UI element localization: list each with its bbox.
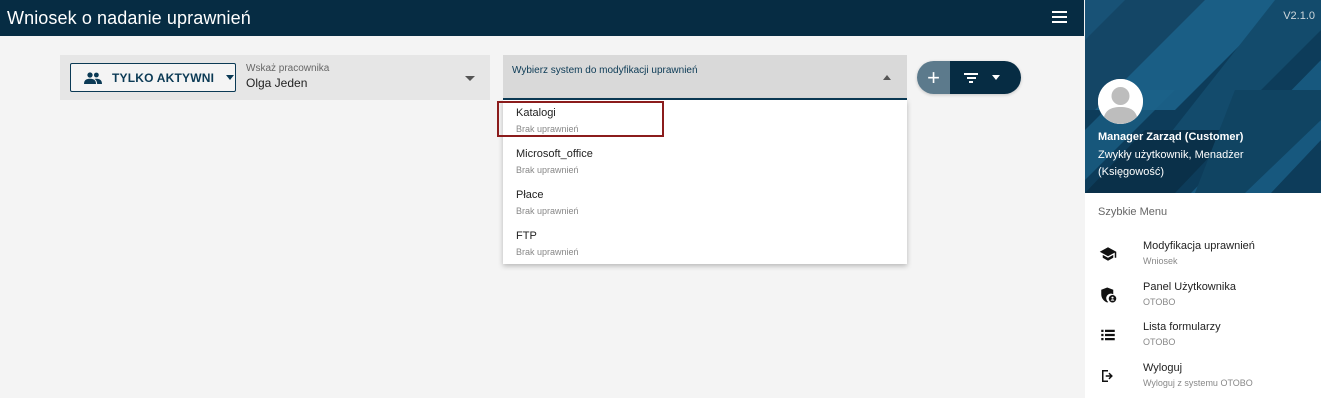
graduation-cap-icon <box>1099 247 1117 261</box>
employee-select-value: Olga Jeden <box>246 76 308 90</box>
people-icon <box>84 71 102 84</box>
option-name: Microsoft_office <box>516 148 593 160</box>
only-active-label: TYLKO AKTYWNI <box>112 70 215 85</box>
user-name: Manager Zarząd (Customer) <box>1098 131 1244 143</box>
filter-button[interactable] <box>950 61 1021 94</box>
filter-icon <box>964 72 978 83</box>
option-status: Brak uprawnień <box>516 247 579 257</box>
system-option-ftp[interactable]: FTP Brak uprawnień <box>503 223 907 264</box>
option-name: FTP <box>516 230 537 242</box>
list-icon <box>1101 329 1115 341</box>
caret-down-icon <box>992 75 1000 80</box>
option-status: Brak uprawnień <box>516 206 579 216</box>
system-dropdown-list: Katalogi Brak uprawnień Microsoft_office… <box>497 100 907 264</box>
avatar[interactable] <box>1098 79 1143 124</box>
page-title: Wniosek o nadanie uprawnień <box>7 7 251 28</box>
quick-item-title: Panel Użytkownika <box>1143 281 1236 293</box>
quick-item-permission-modification[interactable]: Modyfikacja uprawnień Wniosek <box>1085 235 1321 275</box>
system-option-katalogi[interactable]: Katalogi Brak uprawnień <box>497 100 907 141</box>
caret-up-icon <box>883 75 891 80</box>
user-shield-icon <box>1101 287 1117 303</box>
add-button[interactable]: + <box>917 61 950 94</box>
quick-item-title: Modyfikacja uprawnień <box>1143 240 1255 252</box>
system-option-place[interactable]: Płace Brak uprawnień <box>503 182 907 223</box>
avatar-placeholder-icon <box>1098 79 1143 124</box>
quick-item-logout[interactable]: Wyloguj Wyloguj z systemu OTOBO <box>1085 357 1321 397</box>
system-select-label: Wybierz system do modyfikacji uprawnień <box>512 65 698 76</box>
caret-down-icon <box>226 75 235 80</box>
quick-item-subtitle: Wniosek <box>1143 256 1178 266</box>
quick-item-forms-list[interactable]: Lista formularzy OTOBO <box>1085 316 1321 356</box>
version-label: V2.1.0 <box>1283 10 1315 22</box>
employee-select-label: Wskaż pracownika <box>246 63 330 74</box>
option-name: Płace <box>516 189 544 201</box>
employee-filter-panel: TYLKO AKTYWNI Wskaż pracownika Olga Jede… <box>60 55 490 100</box>
user-role: Zwykły użytkownik, Menadżer (Księgowość) <box>1098 149 1244 178</box>
quick-item-subtitle: OTOBO <box>1143 337 1176 347</box>
right-sidebar: V2.1.0 Manager Zarząd (Customer) Zwykły … <box>1085 0 1321 398</box>
quick-item-title: Lista formularzy <box>1143 321 1221 333</box>
quick-item-subtitle: Wyloguj z systemu OTOBO <box>1143 378 1253 388</box>
quick-item-user-panel[interactable]: Panel Użytkownika OTOBO <box>1085 276 1321 316</box>
caret-down-icon <box>465 76 475 81</box>
system-option-microsoft-office[interactable]: Microsoft_office Brak uprawnień <box>503 141 907 182</box>
option-status: Brak uprawnień <box>516 165 579 175</box>
top-bar: Wniosek o nadanie uprawnień <box>0 0 1084 36</box>
system-select[interactable]: Wybierz system do modyfikacji uprawnień <box>503 55 907 100</box>
hamburger-menu-icon[interactable] <box>1050 8 1070 26</box>
logout-icon <box>1102 370 1113 382</box>
plus-icon: + <box>927 64 940 90</box>
employee-select[interactable]: Wskaż pracownika Olga Jeden <box>246 63 480 93</box>
selection-highlight <box>497 101 664 137</box>
only-active-toggle-button[interactable]: TYLKO AKTYWNI <box>70 63 236 92</box>
quick-menu-title: Szybkie Menu <box>1098 206 1168 218</box>
action-button-group: + <box>917 61 1021 94</box>
sidebar-profile-header: V2.1.0 Manager Zarząd (Customer) Zwykły … <box>1085 0 1321 193</box>
quick-item-subtitle: OTOBO <box>1143 297 1176 307</box>
quick-item-title: Wyloguj <box>1143 362 1183 374</box>
